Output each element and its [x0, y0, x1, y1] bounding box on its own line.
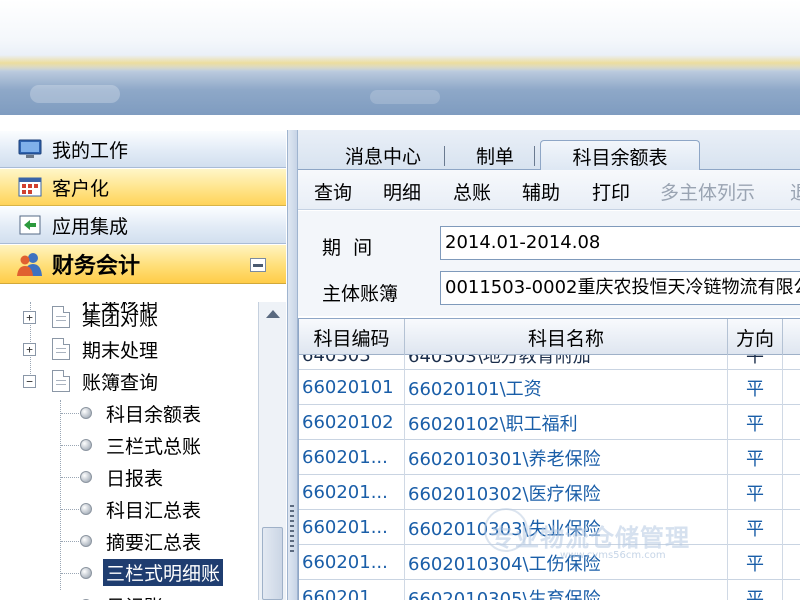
computer-icon	[16, 137, 44, 161]
expand-plus-icon[interactable]: +	[23, 311, 36, 324]
table-row[interactable]: 640303 640303\地方教育附加 平	[299, 355, 800, 370]
column-header-code[interactable]: 科目编码	[299, 319, 405, 355]
tree-scrollbar[interactable]	[258, 302, 286, 600]
grid-app-icon	[16, 175, 44, 199]
table-row[interactable]: 66020102 66020102\职工福利 平	[299, 405, 800, 440]
tree-connector	[61, 509, 79, 510]
tree-item-period-end[interactable]: + 期末处理	[0, 334, 258, 364]
nav-finance-label: 财务会计	[52, 254, 141, 279]
document-icon	[52, 306, 70, 328]
detail-button[interactable]: 明细	[383, 178, 421, 205]
column-header-name[interactable]: 科目名称	[405, 319, 728, 355]
app-header-banner	[0, 0, 800, 115]
table-row[interactable]: 66020101 66020101\工资 平	[299, 370, 800, 405]
nav-app-integration[interactable]: 应用集成	[0, 206, 286, 244]
tree-leaf-item[interactable]: 三栏式总账	[0, 430, 258, 460]
nav-my-work[interactable]: 我的工作	[0, 130, 286, 168]
general-ledger-button[interactable]: 总账	[453, 178, 491, 205]
splitter-grip-icon[interactable]	[290, 505, 294, 553]
tree-connector	[61, 413, 79, 414]
banner-decoration	[0, 55, 800, 71]
watermark-url: www.cyms56cm.com	[560, 550, 666, 561]
document-icon	[52, 370, 70, 392]
tree-leaf-item[interactable]: 科目余额表	[0, 398, 258, 428]
watermark-text: 专业物流仓储管理	[490, 524, 690, 552]
integration-icon	[16, 213, 44, 237]
tab-message-center[interactable]: 消息中心	[328, 140, 438, 170]
nav-app-integration-label: 应用集成	[52, 215, 129, 238]
toolbar: 查询 明细 总账 辅助 打印 多主体列示 退	[298, 170, 800, 210]
tree-item-ledger-query[interactable]: − 账簿查询	[0, 366, 258, 396]
tree-leaf-item-selected[interactable]: 三栏式明细账	[0, 558, 258, 588]
book-label: 主体账簿	[322, 283, 399, 305]
tab-bar: 消息中心 制单 科目余额表	[298, 130, 800, 171]
tree-connector	[61, 477, 79, 478]
tree-leaf-item[interactable]: 日记账	[0, 590, 258, 600]
nav-my-work-label: 我的工作	[52, 139, 129, 162]
more-button[interactable]: 退	[790, 178, 800, 205]
tree-connector	[61, 445, 79, 446]
scrollbar-thumb[interactable]	[262, 527, 283, 600]
bullet-icon	[80, 535, 92, 547]
expand-plus-icon[interactable]: +	[23, 343, 36, 356]
banner-decoration	[30, 85, 120, 103]
tree-leaf-item[interactable]: 摘要汇总表	[0, 526, 258, 556]
table-row[interactable]: 660201... 6602010301\养老保险 平	[299, 440, 800, 475]
tree-connector	[61, 573, 79, 574]
query-button[interactable]: 查询	[314, 178, 352, 205]
table-header: 科目编码 科目名称 方向	[299, 319, 800, 355]
nav-finance[interactable]: 财务会计	[0, 244, 286, 284]
bullet-icon	[80, 567, 92, 579]
bullet-icon	[80, 471, 92, 483]
table-row[interactable]: 660201... 6602010305\生育保险 平	[299, 580, 800, 600]
tab-separator	[444, 146, 445, 166]
banner-decoration	[370, 90, 440, 104]
scroll-up-icon[interactable]	[266, 310, 280, 318]
table-body: 640303 640303\地方教育附加 平 66020101 66020101…	[299, 355, 800, 600]
bullet-icon	[80, 407, 92, 419]
nav-customize-label: 客户化	[52, 177, 110, 200]
collapse-icon[interactable]	[250, 258, 266, 272]
period-label: 期 间	[322, 237, 373, 259]
balance-table: 科目编码 科目名称 方向 640303 640303\地方教育附加 平 6602…	[298, 318, 800, 600]
tree-item-group-reconcile[interactable]: + 集团对账	[0, 302, 258, 332]
print-button[interactable]: 打印	[592, 178, 630, 205]
tree-connector	[61, 541, 79, 542]
tab-make-voucher[interactable]: 制单	[460, 140, 530, 170]
multi-entity-button[interactable]: 多主体列示	[660, 178, 755, 205]
people-icon	[16, 252, 44, 276]
column-header-direction[interactable]: 方向	[728, 319, 783, 355]
book-field[interactable]: 0011503-0002重庆农投恒天冷链物流有限公司	[440, 271, 800, 305]
tree-leaf-item[interactable]: 科目汇总表	[0, 494, 258, 524]
query-form: 期 间 2014.01-2014.08 主体账簿 0011503-0002重庆农…	[298, 211, 800, 316]
collapse-minus-icon[interactable]: −	[23, 375, 36, 388]
document-icon	[52, 338, 70, 360]
tab-separator	[534, 146, 535, 166]
tree-leaf-item[interactable]: 日报表	[0, 462, 258, 492]
table-row[interactable]: 660201... 6602010302\医疗保险 平	[299, 475, 800, 510]
period-field[interactable]: 2014.01-2014.08	[440, 226, 800, 260]
bullet-icon	[80, 439, 92, 451]
tab-balance-sheet[interactable]: 科目余额表	[540, 140, 700, 171]
nav-customize[interactable]: 客户化	[0, 168, 286, 206]
auxiliary-button[interactable]: 辅助	[522, 178, 560, 205]
bullet-icon	[80, 503, 92, 515]
finance-tree: 往来核销 + 集团对账 + 期末处理 − 账簿查询 科目余额表 三栏式总账 日报…	[0, 302, 258, 600]
